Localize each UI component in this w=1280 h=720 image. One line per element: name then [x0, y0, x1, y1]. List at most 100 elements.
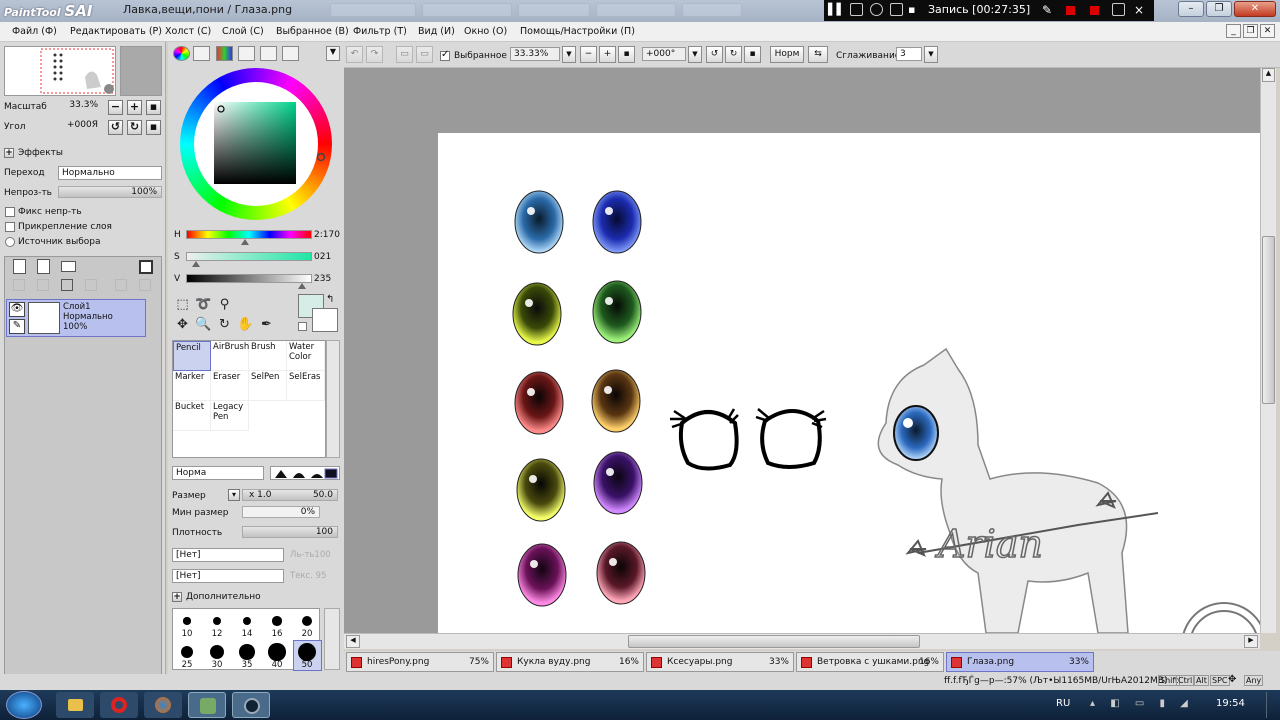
steam-taskbar-icon[interactable]: [232, 692, 270, 718]
magic-wand-icon[interactable]: ⚲: [216, 296, 233, 313]
paint-tool-sai-taskbar-icon[interactable]: [188, 692, 226, 718]
scratchpad-mode-icon[interactable]: [282, 46, 299, 61]
merge-down-icon[interactable]: [13, 279, 25, 291]
texture-strength-2[interactable]: Текс. 95: [290, 571, 338, 581]
color-wheel-mode-icon[interactable]: [173, 46, 190, 61]
pause-icon[interactable]: ▌▌: [828, 3, 845, 16]
color-wheel[interactable]: [180, 68, 332, 220]
new-layer-icon[interactable]: [13, 259, 26, 274]
canvas-rotate-reset-button[interactable]: ▪: [744, 46, 761, 63]
hue-slider-thumb[interactable]: [241, 239, 250, 245]
flip-view-button[interactable]: ⇆: [808, 46, 828, 63]
zoom-out-button[interactable]: −: [108, 100, 123, 115]
size-presets-scrollbar[interactable]: [324, 608, 340, 670]
advanced-expand-icon[interactable]: +: [172, 592, 182, 602]
brush-mode-select[interactable]: Норма: [172, 466, 264, 480]
density-slider[interactable]: 100: [242, 526, 338, 538]
saturation-slider[interactable]: [186, 252, 312, 261]
navigator-preview[interactable]: [4, 46, 116, 96]
menu-help[interactable]: Помощь/Настройки (П): [520, 26, 635, 37]
hue-slider[interactable]: [186, 230, 312, 239]
size-slider[interactable]: x 1.0 50.0: [242, 489, 338, 501]
merge-layer-icon[interactable]: [37, 279, 49, 291]
firefox-taskbar-icon[interactable]: [144, 692, 182, 718]
panel-dropdown-icon[interactable]: ▼: [326, 46, 340, 61]
layer-tool-icon-b[interactable]: [139, 279, 151, 291]
rotate-right-button[interactable]: ↻: [127, 120, 142, 135]
brush-grid-scrollbar[interactable]: [326, 340, 340, 458]
scroll-right-arrow[interactable]: ▶: [1244, 635, 1258, 648]
lasso-icon[interactable]: ➰: [195, 296, 212, 313]
deselect-button[interactable]: ▭: [396, 46, 413, 63]
rotate-tool-icon[interactable]: ↻: [216, 316, 233, 333]
canvas-zoom-in-button[interactable]: +: [599, 46, 616, 63]
canvas-area[interactable]: Arian: [344, 68, 1267, 688]
doc-close-button[interactable]: ✕: [1260, 24, 1275, 38]
canvas-rotate-right-button[interactable]: ↻: [725, 46, 742, 63]
file-tab-1[interactable]: hiresPony.png 75%: [346, 652, 494, 672]
invert-selection-button[interactable]: ▭: [416, 46, 433, 63]
brush-brush[interactable]: Brush: [249, 341, 287, 371]
zoom-in-button[interactable]: +: [127, 100, 142, 115]
size-multiplier-icon[interactable]: ▾: [228, 489, 240, 501]
vertical-scrollbar[interactable]: ▲: [1260, 68, 1276, 633]
canvas-paper[interactable]: Arian: [438, 133, 1267, 688]
eyedropper-icon[interactable]: ✒: [258, 316, 275, 333]
layout-icon[interactable]: [890, 3, 903, 16]
close-recorder-icon[interactable]: ×: [1134, 3, 1147, 17]
vertical-scroll-thumb[interactable]: [1262, 236, 1275, 404]
visibility-eye-icon[interactable]: 👁: [9, 302, 25, 317]
undo-button[interactable]: ↶: [346, 46, 363, 63]
min-size-slider[interactable]: 0%: [242, 506, 320, 518]
hand-icon[interactable]: ✋: [237, 316, 254, 333]
show-selection-checkbox[interactable]: [440, 49, 450, 61]
show-desktop-button[interactable]: [1266, 692, 1278, 718]
rotate-left-button[interactable]: ↺: [108, 120, 123, 135]
file-tab-2[interactable]: Кукла вуду.png 16%: [496, 652, 644, 672]
window-icon[interactable]: [850, 3, 863, 16]
start-button[interactable]: [6, 691, 42, 719]
angle-value[interactable]: +000Я: [44, 120, 102, 132]
brush-seleras[interactable]: SelEras: [287, 371, 325, 401]
rect-select-icon[interactable]: ⬚: [174, 296, 191, 313]
brush-eraser[interactable]: Eraser: [211, 371, 249, 401]
menu-window[interactable]: Окно (О): [464, 26, 507, 37]
language-indicator[interactable]: RU: [1056, 698, 1070, 709]
horizontal-scrollbar[interactable]: ◀ ▶: [344, 633, 1260, 649]
brush-selpen[interactable]: SelPen: [249, 371, 287, 401]
pen-icon[interactable]: ✎: [1042, 3, 1055, 17]
scroll-left-arrow[interactable]: ◀: [346, 635, 360, 648]
layer-tool-icon-a[interactable]: [115, 279, 127, 291]
move-icon[interactable]: ✥: [174, 316, 191, 333]
brush-watercolor[interactable]: Water Color: [287, 341, 325, 371]
menu-canvas[interactable]: Холст (С): [165, 26, 211, 37]
swatch-mode-icon[interactable]: [260, 46, 277, 61]
menu-filter[interactable]: Фильтр (Т): [353, 26, 407, 37]
texture-select-2[interactable]: [Нет]: [172, 569, 284, 583]
smoothing-dropdown[interactable]: ▼: [924, 46, 938, 63]
record-dot-icon[interactable]: [1090, 6, 1099, 15]
opera-taskbar-icon[interactable]: [100, 692, 138, 718]
file-tab-4[interactable]: Ветровка с ушками.png 16%: [796, 652, 944, 672]
zoom-icon[interactable]: [870, 3, 883, 16]
blend-select[interactable]: Нормально: [58, 166, 162, 180]
rgb-slider-mode-icon[interactable]: [193, 46, 210, 61]
menu-file[interactable]: Файл (Ф): [12, 26, 57, 37]
angle-dropdown[interactable]: ▼: [688, 46, 702, 63]
zoom-input[interactable]: 33.33%: [510, 47, 560, 61]
file-tab-5-active[interactable]: Глаза.png 33%: [946, 652, 1094, 672]
canvas-rotate-left-button[interactable]: ↺: [706, 46, 723, 63]
new-vector-layer-icon[interactable]: [37, 259, 50, 274]
scroll-up-arrow[interactable]: ▲: [1262, 68, 1275, 82]
layer-brush-icon[interactable]: ✎: [9, 319, 25, 334]
saturation-slider-thumb[interactable]: [192, 261, 201, 267]
smoothing-input[interactable]: 3: [896, 47, 922, 61]
brush-bucket[interactable]: Bucket: [173, 401, 211, 431]
file-tab-3[interactable]: Ксесуары.png 33%: [646, 652, 794, 672]
transparent-color-icon[interactable]: [298, 322, 307, 331]
record-icon[interactable]: ▪: [908, 3, 921, 16]
zoom-tool-icon[interactable]: 🔍: [195, 316, 212, 333]
menu-view[interactable]: Вид (И): [418, 26, 455, 37]
brush-airbrush[interactable]: AirBrush: [211, 341, 249, 371]
stop-icon[interactable]: [1066, 6, 1075, 15]
